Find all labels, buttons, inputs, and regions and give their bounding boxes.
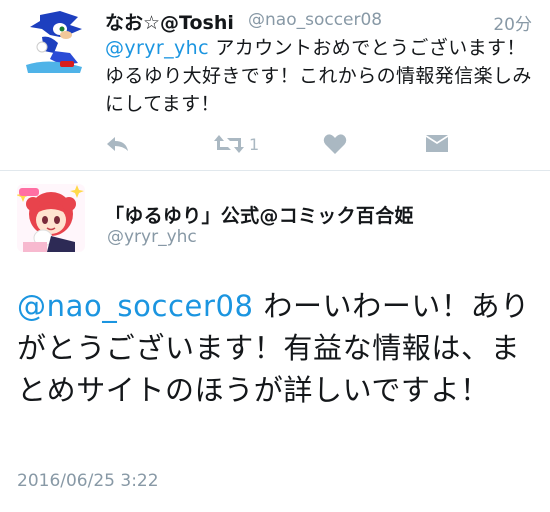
reply-icon [107,137,128,151]
message-icon [426,135,448,152]
sonic-avatar-image [20,7,88,75]
display-name[interactable]: 「ゆるゆり」公式@コミック百合姫 [105,201,414,228]
user-avatar[interactable] [20,7,88,75]
like-button[interactable] [323,130,347,158]
user-handle[interactable]: @yryr_yhc [107,227,197,247]
message-button[interactable] [425,130,449,158]
tweet-text: @yryr_yhc アカウントおめでとうございます！ゆるゆり大好きです！これから… [105,34,535,118]
yuruyuri-avatar-image [17,184,85,252]
reply-button[interactable] [105,130,131,158]
retweet-count: 1 [249,134,260,154]
tweet-time[interactable]: 20分 [493,10,532,35]
reply-tweet: なお☆@Toshi @nao_soccer08 20分 @yryr_yhc アカ… [0,0,550,170]
mention-link[interactable]: @yryr_yhc [105,37,209,59]
tweet-actions: 1 [105,130,465,160]
user-avatar[interactable] [17,184,85,252]
mention-link[interactable]: @nao_soccer08 [17,289,254,323]
tweet-text: @nao_soccer08 わーいわーい！ありがとうございます！有益な情報は、ま… [17,285,537,411]
retweet-icon [214,135,244,153]
like-icon [323,134,347,154]
display-name[interactable]: なお☆@Toshi [105,8,234,35]
retweet-button[interactable]: 1 [213,130,259,158]
main-tweet: 「ゆるゆり」公式@コミック百合姫 @yryr_yhc @nao_soccer08… [0,171,550,512]
tweet-timestamp: 2016/06/25 3:22 [17,471,159,491]
user-handle[interactable]: @nao_soccer08 [248,10,382,30]
